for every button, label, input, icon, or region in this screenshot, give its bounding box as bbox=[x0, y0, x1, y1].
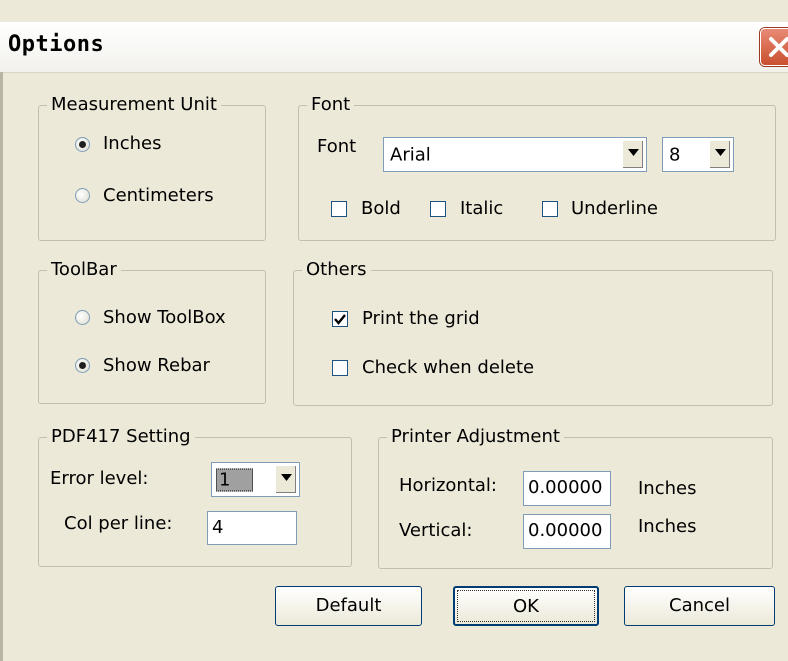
chevron-down-icon bbox=[628, 149, 639, 156]
font-size-value: 8 bbox=[669, 144, 681, 165]
col-per-line-label: Col per line: bbox=[64, 513, 173, 534]
radio-inches-label[interactable]: Inches bbox=[103, 133, 161, 155]
bold-checkbox[interactable] bbox=[331, 201, 347, 217]
close-button[interactable] bbox=[760, 28, 788, 66]
horizontal-label: Horizontal: bbox=[399, 475, 497, 496]
close-icon bbox=[769, 37, 788, 57]
underline-label[interactable]: Underline bbox=[571, 198, 658, 220]
error-level-select[interactable]: 1 bbox=[211, 462, 300, 497]
printer-adjustment-group: Printer Adjustment Horizontal: 0.00000 I… bbox=[378, 426, 773, 569]
vertical-label: Vertical: bbox=[399, 520, 473, 541]
font-select[interactable]: Arial bbox=[383, 137, 647, 172]
pdf417-group: PDF417 Setting Error level: 1 Col per li… bbox=[38, 426, 352, 567]
error-level-value: 1 bbox=[216, 468, 254, 491]
radio-show-rebar[interactable] bbox=[75, 358, 90, 373]
pdf417-legend: PDF417 Setting bbox=[47, 426, 195, 448]
printer-adjustment-legend: Printer Adjustment bbox=[387, 426, 564, 448]
measurement-unit-legend: Measurement Unit bbox=[47, 94, 221, 116]
font-legend: Font bbox=[307, 94, 355, 116]
horizontal-input[interactable]: 0.00000 bbox=[523, 471, 611, 506]
error-level-dropdown-button[interactable] bbox=[275, 465, 297, 494]
bold-label[interactable]: Bold bbox=[361, 198, 401, 220]
chevron-down-icon bbox=[715, 149, 726, 156]
font-select-value: Arial bbox=[390, 144, 431, 165]
default-button[interactable]: Default bbox=[275, 586, 422, 626]
font-size-dropdown-button[interactable] bbox=[709, 140, 731, 169]
radio-show-toolbox-label[interactable]: Show ToolBox bbox=[103, 307, 226, 329]
error-level-label: Error level: bbox=[50, 468, 149, 489]
horizontal-unit: Inches bbox=[638, 478, 697, 499]
font-dropdown-button[interactable] bbox=[622, 140, 644, 169]
vertical-unit: Inches bbox=[638, 516, 697, 537]
font-group: Font Font Arial 8 Bold Italic Underline bbox=[298, 94, 776, 241]
font-size-select[interactable]: 8 bbox=[662, 137, 734, 172]
italic-checkbox[interactable] bbox=[430, 201, 446, 217]
window-title: Options bbox=[8, 32, 105, 57]
cancel-button[interactable]: Cancel bbox=[624, 586, 775, 626]
ok-button-label: OK bbox=[513, 596, 539, 617]
check-icon bbox=[334, 314, 346, 325]
italic-label[interactable]: Italic bbox=[460, 198, 503, 220]
radio-show-rebar-label[interactable]: Show Rebar bbox=[103, 355, 210, 377]
radio-centimeters-label[interactable]: Centimeters bbox=[103, 185, 214, 207]
window-frame bbox=[0, 72, 3, 661]
toolbar-group: ToolBar Show ToolBox Show Rebar bbox=[38, 259, 266, 404]
measurement-unit-group: Measurement Unit Inches Centimeters bbox=[38, 94, 266, 241]
ok-button[interactable]: OK bbox=[453, 586, 599, 626]
col-per-line-input[interactable]: 4 bbox=[207, 511, 297, 545]
others-group: Others Print the grid Check when delete bbox=[293, 259, 773, 406]
radio-centimeters[interactable] bbox=[75, 188, 90, 203]
vertical-input[interactable]: 0.00000 bbox=[523, 514, 611, 549]
check-when-delete-checkbox[interactable] bbox=[332, 360, 348, 376]
title-bar[interactable]: Options bbox=[0, 22, 788, 73]
toolbar-legend: ToolBar bbox=[47, 259, 121, 281]
font-label: Font bbox=[317, 136, 357, 157]
underline-checkbox[interactable] bbox=[542, 201, 558, 217]
chevron-down-icon bbox=[281, 474, 292, 481]
radio-inches[interactable] bbox=[75, 137, 90, 152]
print-grid-label[interactable]: Print the grid bbox=[362, 308, 480, 330]
print-grid-checkbox[interactable] bbox=[332, 311, 348, 327]
radio-show-toolbox[interactable] bbox=[75, 310, 90, 325]
others-legend: Others bbox=[302, 259, 371, 281]
check-when-delete-label[interactable]: Check when delete bbox=[362, 357, 534, 379]
